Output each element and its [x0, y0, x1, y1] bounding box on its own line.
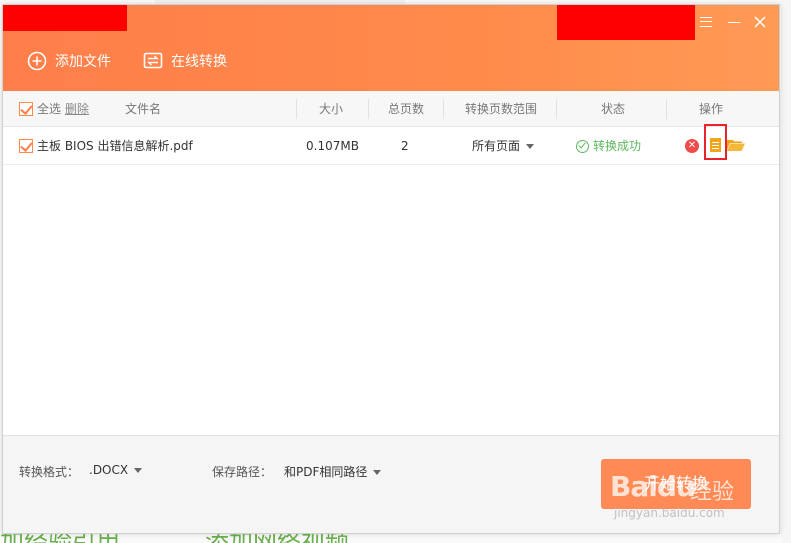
- chevron-down-icon: [526, 144, 535, 149]
- save-path-value: 和PDF相同路径: [284, 465, 368, 479]
- close-icon[interactable]: [751, 13, 769, 31]
- table-header: 全选 删除 文件名 大小 总页数 转换页数范围 状态 操作: [3, 91, 779, 127]
- add-file-button[interactable]: 添加文件: [27, 51, 111, 71]
- row-pages: 2: [401, 139, 409, 153]
- status-text: 转换成功: [593, 139, 642, 153]
- row-filename: 主板 BIOS 出错信息解析.pdf: [37, 139, 193, 153]
- format-value: .DOCX: [89, 463, 129, 477]
- remove-icon[interactable]: ✕: [685, 139, 699, 153]
- converter-window: 添加文件 在线转换 全选 删除 文件名 大小 总页数 转换页数范围 状态 操作 …: [2, 4, 780, 534]
- chevron-down-icon: [373, 470, 382, 475]
- online-convert-button[interactable]: 在线转换: [143, 51, 227, 71]
- column-actions: 操作: [699, 102, 724, 116]
- column-status: 状态: [601, 102, 626, 116]
- delete-link[interactable]: 删除: [65, 91, 89, 127]
- check-circle-icon: [576, 139, 589, 153]
- select-all-label: 全选: [37, 102, 62, 116]
- footer-bar: 转换格式： .DOCX 保存路径： 和PDF相同路径 开始转换: [3, 435, 779, 533]
- redaction-block: [557, 5, 695, 40]
- save-path-label: 保存路径：: [212, 465, 273, 479]
- row-status: 转换成功: [576, 127, 641, 165]
- column-pages: 总页数: [388, 102, 425, 116]
- format-select[interactable]: .DOCX: [89, 463, 143, 477]
- column-filename: 文件名: [125, 102, 162, 116]
- add-file-label: 添加文件: [55, 54, 111, 70]
- convert-icon: [143, 52, 163, 69]
- online-convert-label: 在线转换: [171, 54, 227, 70]
- row-checkbox[interactable]: [19, 139, 33, 153]
- chevron-down-icon: [134, 468, 143, 473]
- open-folder-icon[interactable]: [727, 139, 745, 151]
- start-convert-button[interactable]: 开始转换: [601, 459, 751, 509]
- background-right-edge: [781, 0, 791, 543]
- select-all-checkbox[interactable]: [19, 102, 33, 116]
- page-range-select[interactable]: 所有页面: [472, 127, 535, 165]
- redaction-block: [3, 5, 127, 31]
- row-size: 0.107MB: [306, 139, 359, 153]
- plus-circle-icon: [27, 51, 47, 71]
- save-path-select[interactable]: 和PDF相同路径: [284, 463, 382, 480]
- format-label: 转换格式：: [19, 465, 80, 479]
- minimize-icon[interactable]: [725, 13, 743, 31]
- column-size: 大小: [319, 102, 344, 116]
- page-range-value: 所有页面: [472, 139, 521, 153]
- table-row[interactable]: 主板 BIOS 出错信息解析.pdf 0.107MB 2 所有页面 转换成功: [3, 127, 779, 165]
- menu-icon[interactable]: [697, 13, 715, 31]
- open-document-icon[interactable]: [710, 138, 721, 152]
- column-range: 转换页数范围: [465, 102, 538, 116]
